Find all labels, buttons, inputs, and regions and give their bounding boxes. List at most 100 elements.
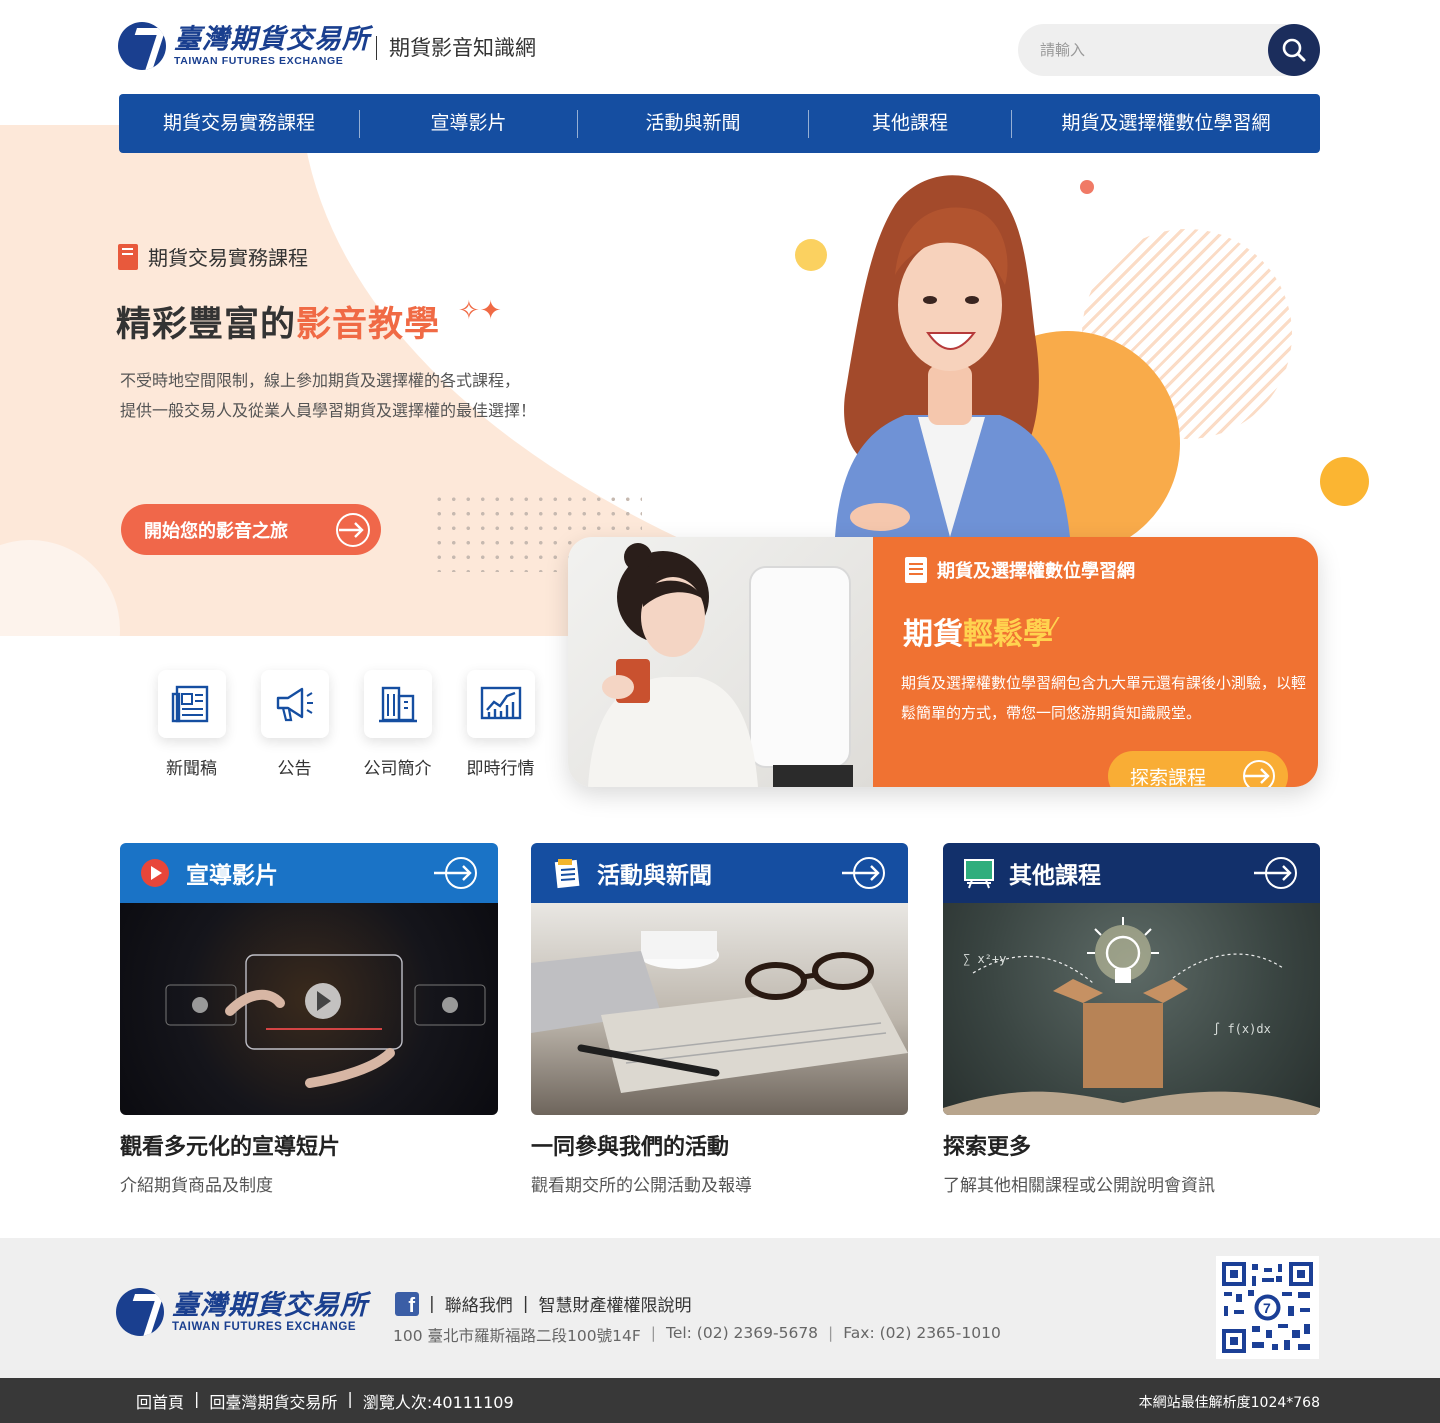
book-icon [118,243,138,270]
search-icon [1282,38,1306,62]
card-head-label: 活動與新聞 [597,863,712,889]
elearning-feature-card: 期貨及選擇權數位學習網 期貨輕鬆學⁄ 期貨及選擇權數位學習網包含九大單元還有課後… [568,537,1318,787]
card-head[interactable]: 活動與新聞 [531,843,908,903]
separator: | [522,1293,529,1314]
card-head-label: 宣導影片 [186,863,278,889]
feature-title-highlight: 輕鬆學 [963,617,1053,652]
arrow-right-circle-icon [1243,760,1275,787]
feature-title: 期貨輕鬆學⁄ [903,609,1056,653]
arrow-right-circle-icon [336,513,370,547]
nav-item-elearning[interactable]: 期貨及選擇權數位學習網 [1012,94,1320,153]
sparkle-icon: ✧✦ [458,296,502,326]
separator: | [194,1389,200,1408]
contact-us-link[interactable]: 聯絡我們 [445,1291,513,1316]
taifex-logo[interactable]: 臺灣期貨交易所 TAIWAN FUTURES EXCHANGE [118,22,370,70]
chart-icon [480,686,521,720]
visitor-count: 瀏覽人次:40111109 [362,1393,514,1412]
svg-text:7: 7 [1263,1300,1271,1316]
card-subtitle: 介紹期貨商品及制度 [120,1176,273,1196]
start-journey-label: 開始您的影音之旅 [144,520,288,542]
quick-link-market-quotes[interactable]: 即時行情 [449,670,552,779]
bottom-links: 回首頁 | 回臺灣期貨交易所 | 瀏覽人次:40111109 [136,1389,514,1413]
hero-title-highlight: 影音教學 [296,305,441,345]
card-title[interactable]: 觀看多元化的宣導短片 [120,1129,498,1161]
newspaper-glasses-image [531,903,908,1115]
site-header: 臺灣期貨交易所 TAIWAN FUTURES EXCHANGE 期貨影音知識網 [0,0,1440,95]
quick-link-press-release[interactable]: 新聞稿 [140,670,243,779]
nav-item-events-news[interactable]: 活動與新聞 [578,94,808,153]
separator: | [347,1389,353,1408]
start-journey-button[interactable]: 開始您的影音之旅 [121,504,381,555]
elearning-feature-body: 期貨及選擇權數位學習網 期貨輕鬆學⁄ 期貨及選擇權數位學習網包含九大單元還有課後… [873,537,1318,787]
quick-link-company-profile[interactable]: 公司簡介 [346,670,449,779]
news-icon [554,859,580,889]
taifex-logo-mark-icon [118,22,166,70]
logo-chinese-name: 臺灣期貨交易所 [172,1290,368,1321]
card-promo-videos[interactable]: 宣導影片 觀看多元化的宣導短片 介紹期貨商品及制度 [120,843,498,1196]
quick-link-announcement[interactable]: 公告 [243,670,346,779]
feature-title-plain: 期貨 [903,617,963,652]
arrow-right-circle-icon[interactable] [1252,856,1298,890]
hero-description: 不受時地空間限制，線上參加期貨及選擇權的各式課程， 提供一般交易人及從業人員學習… [120,366,536,426]
quick-link-label: 新聞稿 [166,759,217,779]
feature-description: 期貨及選擇權數位學習網包含九大單元還有課後小測驗，以輕鬆簡單的方式，帶您一同悠游… [901,674,1307,722]
logo-english-name: TAIWAN FUTURES EXCHANGE [174,55,344,67]
footer-links: f | 聯絡我們 | 智慧財產權權限說明 [395,1291,691,1316]
hero-kicker: 期貨交易實務課程 [118,242,308,271]
lightbulb-box-image: ∑ x²+y ∫ f(x)dx [943,903,1320,1115]
taifex-link[interactable]: 回臺灣期貨交易所 [209,1389,337,1413]
separator: | [650,1324,656,1342]
facebook-icon[interactable]: f [395,1291,419,1316]
logo-english-name: TAIWAN FUTURES EXCHANGE [172,1321,357,1333]
logo-chinese-name: 臺灣期貨交易所 [174,24,370,55]
site-title[interactable]: 期貨影音知識網 [376,36,536,60]
svg-text:∑ x²+y: ∑ x²+y [963,952,1006,966]
card-title[interactable]: 一同參與我們的活動 [531,1129,908,1161]
taifex-logo-mark-icon [116,1288,164,1336]
play-icon [141,859,169,887]
nav-item-futures-courses[interactable]: 期貨交易實務課程 [119,94,359,153]
nav-item-promo-videos[interactable]: 宣導影片 [360,94,577,153]
explore-courses-button[interactable]: 探索課程 [1108,751,1288,787]
quick-link-label: 即時行情 [466,759,535,779]
site-footer: 臺灣期貨交易所 TAIWAN FUTURES EXCHANGE f | 聯絡我們… [0,1238,1440,1378]
card-title[interactable]: 探索更多 [943,1129,1320,1161]
blackboard-icon [964,859,994,889]
nav-item-other-courses[interactable]: 其他課程 [809,94,1011,153]
feature-kicker: 期貨及選擇權數位學習網 [905,557,1135,583]
spark-lines-icon: ⁄ [1053,614,1057,635]
search-bar [1018,24,1320,76]
home-link[interactable]: 回首頁 [136,1389,184,1413]
hero-title-plain: 精彩豐富的 [116,305,297,345]
explore-courses-label: 探索課程 [1130,766,1207,788]
separator: | [828,1324,834,1342]
hero-woman-image [675,165,1100,545]
footer-address: 100 臺北市羅斯福路二段100號14F | Tel: (02) 2369-56… [393,1324,1001,1346]
bottom-bar: 回首頁 | 回臺灣期貨交易所 | 瀏覽人次:40111109 本網站最佳解析度1… [0,1378,1440,1423]
woman-with-coffee-image [568,537,873,787]
quick-link-label: 公告 [277,759,312,779]
card-head[interactable]: 其他課程 [943,843,1320,903]
quick-links: 新聞稿 公告 公司簡介 即時行情 [140,670,552,779]
card-other-courses[interactable]: 其他課程 ∑ x²+y ∫ f(x)dx 探索更多 了解其他相關課程或公開說明會… [943,843,1320,1196]
address-text: 100 臺北市羅斯福路二段100號14F [393,1327,641,1345]
resolution-note: 本網站最佳解析度1024*768 [1138,1395,1320,1411]
ip-rights-link[interactable]: 智慧財產權權限說明 [538,1291,691,1316]
quick-link-label: 公司簡介 [363,759,432,779]
hero-kicker-text: 期貨交易實務課程 [148,246,308,270]
main-nav: 期貨交易實務課程 宣導影片 活動與新聞 其他課程 期貨及選擇權數位學習網 [119,94,1320,153]
card-subtitle: 了解其他相關課程或公開說明會資訊 [943,1176,1215,1196]
arrow-right-circle-icon[interactable] [432,856,478,890]
card-events-news[interactable]: 活動與新聞 一同參與我們的活動 觀看期交所的公開活動及報導 [531,843,908,1196]
arrow-right-circle-icon[interactable] [840,856,886,890]
card-head[interactable]: 宣導影片 [120,843,498,903]
search-button[interactable] [1268,24,1320,76]
footer-logo[interactable]: 臺灣期貨交易所 TAIWAN FUTURES EXCHANGE [116,1288,368,1336]
video-player-image [120,903,498,1115]
building-icon [378,686,417,723]
card-head-label: 其他課程 [1009,863,1101,889]
yellow-circle [1320,457,1369,506]
fax-text: Fax: (02) 2365-1010 [843,1324,1001,1342]
hero-title: 精彩豐富的影音教學 [116,296,440,347]
search-input[interactable] [1040,38,1260,62]
